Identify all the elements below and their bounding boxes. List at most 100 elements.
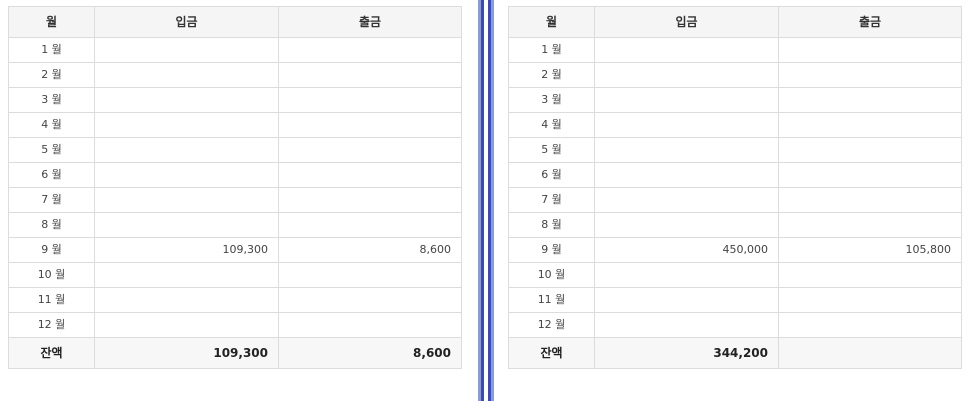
withdrawal-cell: [778, 212, 962, 238]
deposit-cell: 450,000: [594, 237, 779, 263]
table-row: 9 월 450,000 105,800: [508, 237, 962, 263]
table-row: 8 월: [8, 212, 462, 238]
withdrawal-cell: [778, 162, 962, 188]
table-row: 1 월: [508, 37, 962, 63]
table-row: 7 월: [508, 187, 962, 213]
month-cell: 1 월: [508, 37, 595, 63]
withdrawal-cell: [778, 137, 962, 163]
table-row: 11 월: [508, 287, 962, 313]
month-cell: 8 월: [8, 212, 95, 238]
table-row: 6 월: [508, 162, 962, 188]
table-row: 2 월: [8, 62, 462, 88]
deposit-cell: [594, 137, 779, 163]
balance-row: 잔액 344,200: [508, 337, 962, 369]
withdrawal-cell: [278, 212, 462, 238]
right-ledger-panel: 월 입금 출금 1 월2 월3 월4 월5 월6 월7 월8 월9 월 450,0…: [508, 6, 962, 369]
month-cell: 9 월: [508, 237, 595, 263]
withdrawal-cell: 105,800: [778, 237, 962, 263]
table-row: 5 월: [8, 137, 462, 163]
ledger-body-left: 1 월2 월3 월4 월5 월6 월7 월8 월9 월 109,300 8,600 1…: [8, 37, 462, 369]
deposit-cell: [594, 87, 779, 113]
deposit-cell: [594, 262, 779, 288]
table-row: 5 월: [508, 137, 962, 163]
table-row: 2 월: [508, 62, 962, 88]
deposit-cell: [594, 212, 779, 238]
withdrawal-cell: [278, 62, 462, 88]
balance-deposit: 344,200: [594, 337, 779, 369]
panel-divider: [476, 0, 496, 401]
month-cell: 6 월: [8, 162, 95, 188]
withdrawal-cell: [278, 87, 462, 113]
table-row: 7 월: [8, 187, 462, 213]
deposit-cell: [594, 112, 779, 138]
month-cell: 6 월: [508, 162, 595, 188]
month-cell: 3 월: [508, 87, 595, 113]
table-row: 12 월: [508, 312, 962, 338]
month-cell: 4 월: [8, 112, 95, 138]
withdrawal-cell: [778, 62, 962, 88]
withdrawal-cell: [778, 87, 962, 113]
header-withdrawal: 출금: [778, 6, 962, 38]
balance-withdrawal: 8,600: [278, 337, 462, 369]
deposit-cell: 109,300: [94, 237, 279, 263]
deposit-cell: [94, 37, 279, 63]
withdrawal-cell: [278, 287, 462, 313]
deposit-cell: [94, 162, 279, 188]
header-month: 월: [8, 6, 95, 38]
month-cell: 12 월: [508, 312, 595, 338]
balance-withdrawal: [778, 337, 962, 369]
ledger-table-right: 월 입금 출금 1 월2 월3 월4 월5 월6 월7 월8 월9 월 450,0…: [508, 6, 962, 369]
month-cell: 10 월: [508, 262, 595, 288]
table-header-row: 월 입금 출금: [508, 6, 962, 38]
withdrawal-cell: [278, 137, 462, 163]
table-row: 3 월: [8, 87, 462, 113]
month-cell: 1 월: [8, 37, 95, 63]
withdrawal-cell: [778, 112, 962, 138]
month-cell: 10 월: [8, 262, 95, 288]
deposit-cell: [94, 62, 279, 88]
table-row: 4 월: [508, 112, 962, 138]
table-row: 6 월: [8, 162, 462, 188]
table-row: 9 월 109,300 8,600: [8, 237, 462, 263]
balance-label: 잔액: [8, 337, 95, 369]
header-month: 월: [508, 6, 595, 38]
deposit-cell: [94, 87, 279, 113]
balance-row: 잔액 109,300 8,600: [8, 337, 462, 369]
table-row: 12 월: [8, 312, 462, 338]
month-cell: 4 월: [508, 112, 595, 138]
withdrawal-cell: [778, 37, 962, 63]
withdrawal-cell: [778, 312, 962, 338]
withdrawal-cell: [278, 37, 462, 63]
withdrawal-cell: [778, 287, 962, 313]
table-header-row: 월 입금 출금: [8, 6, 462, 38]
deposit-cell: [594, 62, 779, 88]
month-cell: 2 월: [508, 62, 595, 88]
divider-center: [484, 0, 488, 401]
month-cell: 7 월: [508, 187, 595, 213]
deposit-cell: [594, 187, 779, 213]
month-cell: 7 월: [8, 187, 95, 213]
deposit-cell: [94, 112, 279, 138]
left-ledger-panel: 월 입금 출금 1 월2 월3 월4 월5 월6 월7 월8 월9 월 109,3…: [8, 6, 462, 369]
header-deposit: 입금: [594, 6, 779, 38]
month-cell: 5 월: [8, 137, 95, 163]
withdrawal-cell: [278, 312, 462, 338]
table-row: 1 월: [8, 37, 462, 63]
ledger-body-right: 1 월2 월3 월4 월5 월6 월7 월8 월9 월 450,000 105,80…: [508, 37, 962, 369]
deposit-cell: [94, 262, 279, 288]
month-cell: 12 월: [8, 312, 95, 338]
month-cell: 2 월: [8, 62, 95, 88]
table-row: 10 월: [508, 262, 962, 288]
deposit-cell: [94, 212, 279, 238]
withdrawal-cell: [278, 187, 462, 213]
table-row: 11 월: [8, 287, 462, 313]
deposit-cell: [94, 287, 279, 313]
header-deposit: 입금: [94, 6, 279, 38]
month-cell: 11 월: [508, 287, 595, 313]
deposit-cell: [594, 37, 779, 63]
deposit-cell: [594, 312, 779, 338]
month-cell: 5 월: [508, 137, 595, 163]
month-cell: 11 월: [8, 287, 95, 313]
header-withdrawal: 출금: [278, 6, 462, 38]
month-cell: 3 월: [8, 87, 95, 113]
